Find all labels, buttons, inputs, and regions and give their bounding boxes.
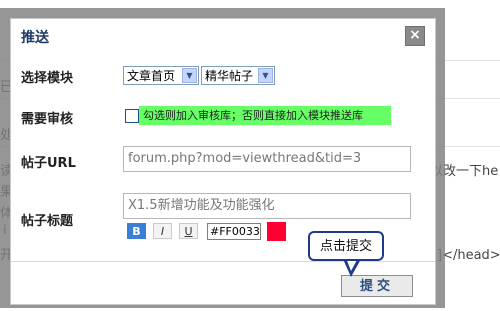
- dialog-title: 推送: [21, 30, 49, 46]
- footer-divider: [11, 261, 435, 262]
- bg-text-fragment: ]</head>前: [437, 248, 500, 263]
- bold-button[interactable]: B: [127, 223, 146, 239]
- underline-button[interactable]: U: [179, 223, 198, 239]
- module-select-value: 文章首页: [127, 69, 176, 83]
- push-dialog: 推送 × 选择模块 文章首页 ▼ 精华帖子 ▼ 需要审核 勾选则加入审核库；否则…: [10, 18, 436, 305]
- submodule-select[interactable]: 精华帖子 ▼: [201, 66, 275, 85]
- italic-button[interactable]: I: [153, 223, 172, 239]
- module-label: 选择模块: [21, 71, 74, 86]
- review-checkbox[interactable]: [125, 109, 139, 123]
- module-select[interactable]: 文章首页 ▼: [123, 66, 199, 85]
- color-swatch[interactable]: [267, 222, 286, 241]
- close-icon: ×: [409, 27, 421, 43]
- url-label: 帖子URL: [21, 156, 76, 171]
- chevron-down-icon: ▼: [258, 68, 273, 83]
- color-input[interactable]: #FF0033: [207, 223, 261, 240]
- submit-tooltip: 点击提交: [308, 231, 384, 261]
- post-title-label: 帖子标题: [21, 214, 74, 229]
- submit-button[interactable]: 提交: [341, 275, 413, 297]
- chevron-down-icon: ▼: [182, 68, 197, 83]
- post-title-input[interactable]: X1.5新增功能及功能强化: [123, 193, 411, 219]
- url-input[interactable]: forum.php?mod=viewthread&tid=3: [123, 146, 411, 172]
- review-hint: 勾选则加入审核库；否则直接加入模块推送库: [139, 106, 391, 125]
- close-button[interactable]: ×: [405, 26, 425, 46]
- review-label: 需要审核: [21, 112, 74, 127]
- submodule-select-value: 精华帖子: [205, 69, 254, 83]
